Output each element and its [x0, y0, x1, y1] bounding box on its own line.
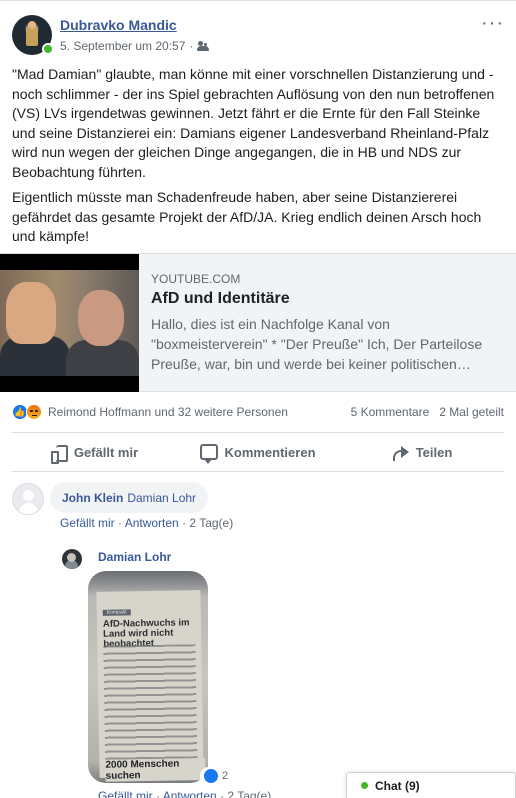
- reaction-names-link[interactable]: Reimond Hoffmann und 32 weitere Personen: [48, 405, 288, 419]
- comment-button[interactable]: Kommentieren: [176, 433, 340, 471]
- online-status-icon: [361, 782, 368, 789]
- post-header: Dubravko Mandic 5. September um 20:57 · …: [12, 13, 504, 55]
- speech-bubble-icon: [200, 444, 219, 464]
- post-meta: 5. September um 20:57 ·: [60, 39, 210, 53]
- comment-button-label: Kommentieren: [224, 444, 316, 460]
- like-icon: [203, 768, 219, 784]
- share-count-link[interactable]: 2 Mal geteilt: [439, 405, 504, 419]
- reply-actions: Gefällt mir · Antworten · 2 Tag(e): [98, 789, 271, 798]
- commenter-avatar[interactable]: [12, 483, 44, 515]
- reply-like-count[interactable]: 2: [200, 767, 232, 785]
- more-options-icon[interactable]: ···: [481, 13, 504, 33]
- post-paragraph: Eigentlich müsste man Schadenfreude habe…: [12, 189, 482, 244]
- link-title[interactable]: AfD und Identitäre: [151, 290, 290, 308]
- reply-author-name-link[interactable]: Damian Lohr: [98, 550, 171, 564]
- post-paragraph: "Mad Damian" glaubte, man könne mit eine…: [12, 66, 495, 180]
- comment-age[interactable]: 2 Tag(e): [189, 516, 233, 530]
- like-button-label: Gefällt mir: [73, 444, 139, 460]
- post-text: "Mad Damian" glaubte, man könne mit eine…: [12, 65, 506, 253]
- reply-like-link[interactable]: Gefällt mir: [98, 789, 153, 798]
- link-description: Hallo, dies ist ein Nachfolge Kanal von …: [151, 316, 483, 372]
- friends-icon[interactable]: [197, 41, 210, 51]
- link-domain: YOUTUBE.COM: [151, 272, 241, 286]
- clipping-body-text: [103, 644, 198, 770]
- comment-actions: Gefällt mir · Antworten · 2 Tag(e): [60, 516, 234, 530]
- reaction-icons[interactable]: 👍: [12, 403, 48, 421]
- share-button[interactable]: Teilen: [340, 433, 504, 471]
- reply-reply-link[interactable]: Antworten: [163, 789, 217, 798]
- reply-photo[interactable]: Kompakt AfD-Nachwuchs im Land wird nicht…: [88, 571, 208, 783]
- comment-mention-link[interactable]: Damian Lohr: [127, 491, 196, 505]
- thumbs-up-icon: [50, 443, 68, 464]
- reactions-bar: 👍 Reimond Hoffmann und 32 weitere Person…: [12, 403, 504, 421]
- reply-age[interactable]: 2 Tag(e): [227, 789, 271, 798]
- comment-count-link[interactable]: 5 Kommentare: [351, 405, 430, 419]
- chat-label: Chat (9): [375, 778, 420, 793]
- shared-link-card[interactable]: YOUTUBE.COM AfD und Identitäre Hallo, di…: [0, 253, 516, 392]
- online-status-icon: [42, 43, 54, 55]
- comment-bubble: John Klein Damian Lohr: [50, 482, 209, 513]
- post-timestamp-link[interactable]: 5. September um 20:57: [60, 39, 185, 53]
- clipping-bottom-headline: 2000 Menschen suchen: [105, 758, 206, 782]
- reaction-counts: 5 Kommentare 2 Mal geteilt: [351, 405, 504, 419]
- action-bar: Gefällt mir Kommentieren Teilen: [12, 432, 504, 472]
- meta-separator: ·: [189, 39, 194, 53]
- post-card: Dubravko Mandic 5. September um 20:57 · …: [0, 0, 516, 798]
- author-name-link[interactable]: Dubravko Mandic: [60, 17, 177, 33]
- comment-reply-link[interactable]: Antworten: [125, 516, 179, 530]
- angry-icon: [26, 404, 42, 420]
- clipping-kicker: Kompakt: [102, 609, 131, 616]
- commenter-name-link[interactable]: John Klein: [62, 491, 123, 505]
- comment-like-link[interactable]: Gefällt mir: [60, 516, 115, 530]
- share-button-label: Teilen: [415, 444, 453, 460]
- comments-section: John Klein Damian Lohr Gefällt mir · Ant…: [0, 473, 516, 798]
- like-button[interactable]: Gefällt mir: [12, 433, 176, 471]
- chat-sidebar-tab[interactable]: Chat (9): [346, 772, 516, 798]
- reply-author-avatar[interactable]: [62, 549, 82, 569]
- share-arrow-icon: [392, 444, 410, 461]
- video-thumbnail[interactable]: [0, 254, 139, 392]
- newspaper-clipping: Kompakt AfD-Nachwuchs im Land wird nicht…: [96, 590, 206, 782]
